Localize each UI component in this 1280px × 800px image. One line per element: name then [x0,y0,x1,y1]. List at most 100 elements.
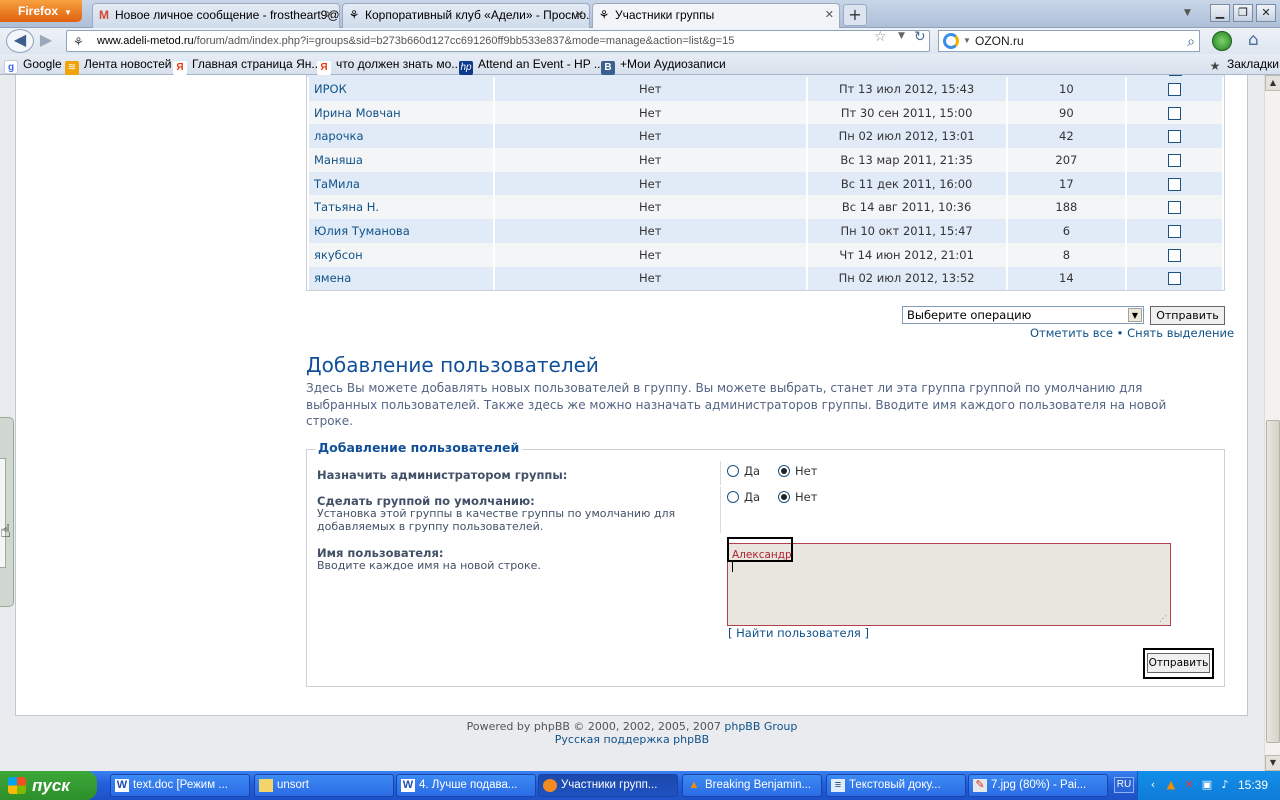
member-link[interactable]: ларочка [314,129,364,143]
mark-all-link[interactable]: Отметить все [1030,326,1113,340]
member-mark-cell [1127,77,1222,101]
task-word-text[interactable]: Wtext.doc [Режим ... [110,774,250,797]
leader-yes-radio[interactable] [727,465,739,477]
bookmark-yandex-home[interactable]: Я Главная страница Ян... [173,56,321,75]
member-mark-cell [1127,124,1222,149]
folder-icon [259,779,273,792]
bookmark-vk-audio[interactable]: B +Мои Аудиозаписи [601,56,726,75]
minimize-button[interactable]: ▁ [1210,4,1230,22]
operation-submit-button[interactable]: Отправить [1150,306,1225,325]
search-input[interactable]: ▼ OZON.ru ⌕ [938,30,1200,52]
tab-club[interactable]: ⚘ Корпоративный клуб «Адели» - Просмо...… [342,3,590,28]
security-tray-icon[interactable]: ✕ [1182,778,1196,792]
firefox-menu-button[interactable]: Firefox ▼ [0,0,82,22]
member-name-cell: Ирина Мовчан [309,100,493,125]
resize-grip-icon[interactable]: ⋰ [1159,614,1167,623]
member-mark-cell [1127,242,1222,267]
row-checkbox[interactable] [1168,82,1182,96]
scroll-thumb[interactable] [1266,420,1280,743]
language-indicator[interactable]: RU [1114,777,1134,793]
member-posts-cell: 42 [1007,124,1126,149]
row-checkbox[interactable] [1168,224,1182,238]
paint-icon: ✎ [973,779,987,792]
username-hint: Вводите каждое имя на новой строке. [317,559,541,572]
row-checkbox[interactable] [1168,177,1182,191]
row-checkbox[interactable] [1168,272,1182,286]
task-vlc[interactable]: ▲ Breaking Benjamin... [682,774,822,797]
home-icon[interactable]: ⌂ [1248,30,1259,50]
start-button[interactable]: пуск [0,771,97,800]
default-no-radio[interactable] [778,491,790,503]
address-bar[interactable]: ⚘ www.adeli-metod.ru/forum/adm/index.php… [66,30,930,52]
member-joined-cell: Пн 10 окт 2011, 15:47 [807,219,1006,243]
vlc-tray-icon[interactable]: ▲ [1164,778,1178,792]
phpbb-group-link[interactable]: phpBB Group [724,720,797,733]
row-checkbox[interactable] [1168,201,1182,215]
member-name-cell: Юлия Туманова [309,219,493,243]
phpbb-support-link[interactable]: Русская поддержка phpBB [555,733,709,746]
search-engine-icon[interactable] [943,33,959,49]
member-joined-cell: Вс 14 авг 2011, 10:36 [807,195,1006,220]
addon-globe-icon[interactable] [1212,31,1232,51]
row-checkbox[interactable] [1168,130,1182,144]
bookmark-google[interactable]: g Google [4,56,62,74]
member-link[interactable]: Ирина Мовчан [314,106,401,120]
tab-gmail[interactable]: M Новое личное сообщение - frostheart9@.… [92,3,340,28]
chevron-down-icon[interactable]: ▼ [1128,308,1142,322]
close-icon[interactable]: ✕ [325,4,334,26]
row-checkbox[interactable] [1168,106,1182,120]
member-link[interactable]: якубсон [314,248,363,262]
member-link[interactable]: Татьяна Н. [314,200,379,214]
back-icon[interactable]: ◀ [6,29,34,53]
scroll-up-icon[interactable]: ▲ [1265,75,1280,91]
tab-group-members[interactable]: ⚘ Участники группы ✕ [592,3,840,29]
unmark-all-link[interactable]: Снять выделение [1127,326,1234,340]
new-tab-button[interactable]: + [843,4,867,26]
member-link[interactable]: ИРОК [314,82,347,96]
row-checkbox[interactable] [1169,75,1182,76]
reload-icon[interactable]: ↻ [914,29,926,45]
close-icon[interactable]: ✕ [825,4,834,26]
bookmarks-menu[interactable]: ★ Закладки [1208,56,1279,73]
bookmark-yandex-article[interactable]: Ячто должен знать мо... [317,56,461,75]
member-mark-cell [1127,100,1222,125]
search-icon[interactable]: ⌕ [1187,31,1195,51]
task-firefox[interactable]: Участники групп... [538,774,678,797]
task-folder-unsort[interactable]: unsort [254,774,394,797]
restore-button[interactable]: ❐ [1233,4,1253,22]
member-joined-cell: Пт 13 июл 2012, 15:43 [807,77,1006,101]
close-window-button[interactable]: ✕ [1256,4,1276,22]
member-link[interactable]: ямена [314,271,351,285]
site-icon: ⚘ [598,8,610,22]
chevron-down-icon[interactable]: ▼ [963,31,971,51]
tab-list-icon[interactable]: ▼ [1184,8,1191,18]
scroll-down-icon[interactable]: ▼ [1265,755,1280,771]
forward-icon[interactable]: ▶ [34,30,58,52]
default-yes-radio[interactable] [727,491,739,503]
task-notepad[interactable]: ≡ Текстовый доку... [826,774,966,797]
tray-arrow-icon[interactable]: ‹ [1146,778,1160,792]
task-paint[interactable]: ✎ 7.jpg (80%) - Pai... [968,774,1108,797]
history-dropdown-icon[interactable]: ▼ [898,31,905,41]
network-tray-icon[interactable]: ▣ [1200,778,1214,792]
member-mark-cell [1127,195,1222,220]
volume-icon[interactable]: ♪ [1218,778,1232,792]
find-user-link[interactable]: [ Найти пользователя ] [728,626,869,640]
member-link[interactable]: ТаМила [314,177,360,191]
add-users-submit-button[interactable]: Отправить [1147,653,1210,673]
usernames-textarea[interactable]: Александр ⋰ [727,543,1171,626]
close-icon[interactable]: ✕ [575,4,584,26]
bookmark-hp-event[interactable]: hp Attend an Event - HP ... [459,56,604,75]
side-dock[interactable] [0,417,14,607]
bookmark-star-icon[interactable]: ☆ [874,29,887,45]
leader-no-radio[interactable] [778,465,790,477]
vertical-scrollbar[interactable]: ▲ ▼ [1264,75,1280,771]
site-identity-icon[interactable]: ⚘ [73,32,84,51]
member-link[interactable]: Маняша [314,153,363,167]
task-word-doc[interactable]: W 4. Лучше подава... [396,774,536,797]
operation-select[interactable]: Выберите операцию ▼ [902,306,1144,324]
bookmark-news[interactable]: ≋ Лента новостей [65,56,172,75]
member-link[interactable]: Юлия Туманова [314,224,410,238]
row-checkbox[interactable] [1168,248,1182,262]
row-checkbox[interactable] [1168,153,1182,167]
